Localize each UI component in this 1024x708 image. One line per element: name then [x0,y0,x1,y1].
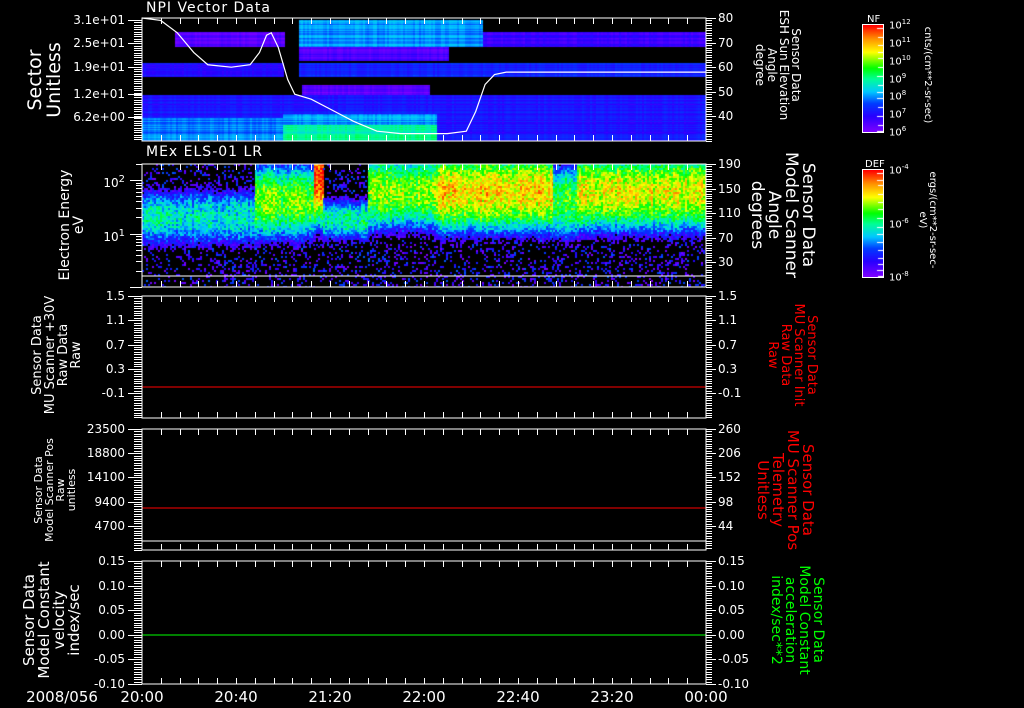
panel-frame [141,163,707,288]
sun-elevation-line [141,17,706,135]
panel-frame [141,295,707,419]
panel-frame [141,560,707,685]
panel-frame [141,428,707,551]
axes-layer [128,17,716,685]
panel-frame [141,17,707,142]
